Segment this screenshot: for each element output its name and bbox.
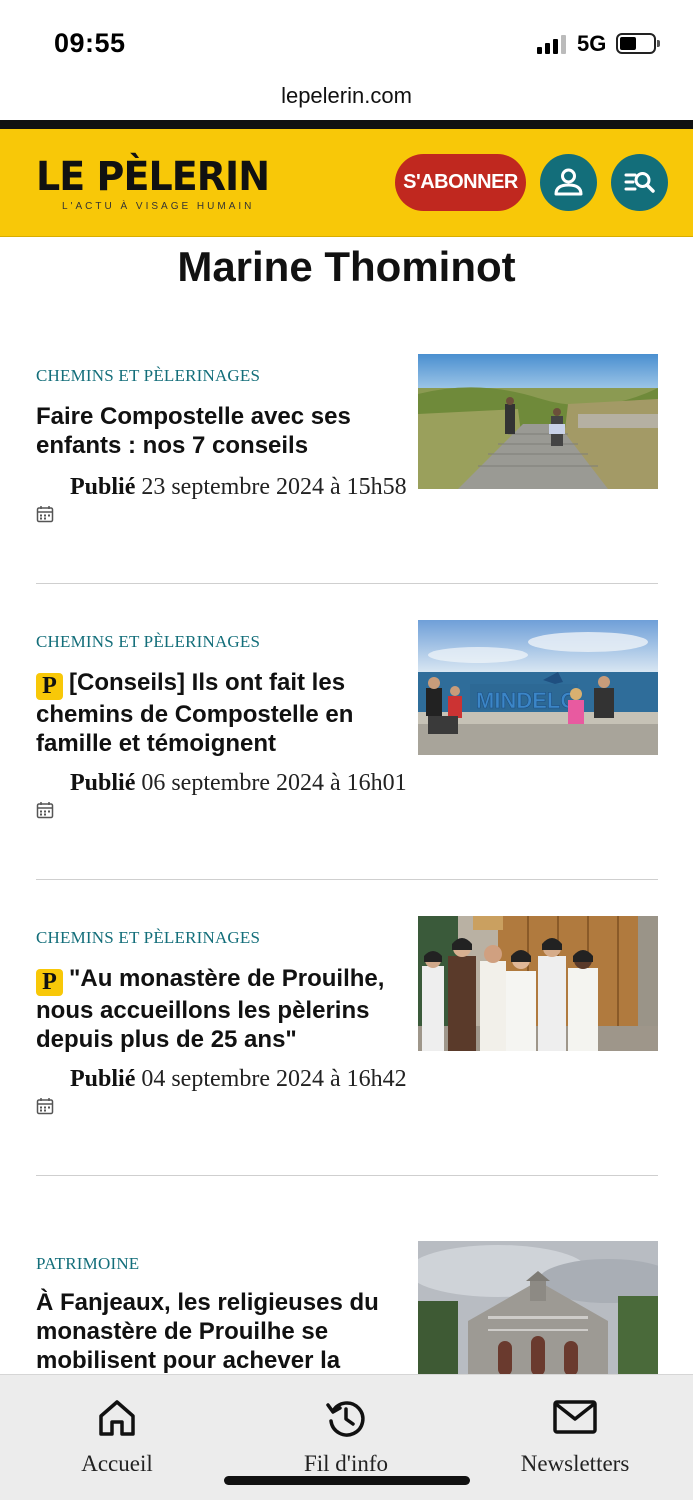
article-rubric[interactable]: CHEMINS ET PÈLERINAGES (36, 632, 260, 652)
url-bar[interactable]: lepelerin.com (0, 80, 693, 120)
article-image[interactable] (418, 1241, 658, 1374)
article-divider (36, 1175, 658, 1176)
site-header: LE PÈLERIN L'ACTU À VISAGE HUMAIN S'ABON… (0, 129, 693, 237)
article-image[interactable]: MINDELO (418, 620, 658, 755)
article-divider (36, 879, 658, 880)
site-logo[interactable]: LE PÈLERIN L'ACTU À VISAGE HUMAIN (36, 155, 281, 212)
home-indicator[interactable] (224, 1476, 470, 1485)
home-icon (99, 1400, 135, 1436)
calendar-icon (36, 802, 54, 819)
article-headline[interactable]: P "Au monastère de Prouilhe, nous accueil… (36, 964, 396, 1054)
subscribe-button[interactable]: S'ABONNER (395, 154, 526, 211)
tab-label: Fil d'info (303, 1451, 388, 1476)
article-headline[interactable]: À Fanjeaux, les religieuses du monastère… (36, 1288, 396, 1374)
article-rubric[interactable]: CHEMINS ET PÈLERINAGES (36, 366, 260, 386)
premium-badge: P (36, 673, 63, 700)
page-title: Marine Thominot (177, 243, 516, 290)
tab-accueil[interactable]: Accueil (27, 1375, 207, 1500)
calendar-icon (36, 506, 54, 523)
headline-text: [Conseils] Ils ont fait les chemins de C… (36, 669, 354, 757)
url-bar-divider (0, 120, 693, 129)
published-date: 23 septembre 2024 à 15h58 (141, 474, 407, 500)
calendar-icon (36, 1098, 54, 1115)
status-bar: 09:55 5G (0, 0, 693, 80)
article-card[interactable]: CHEMINS ET PÈLERINAGES Faire Compostelle… (36, 352, 658, 552)
article-headline[interactable]: Faire Compostelle avec ses enfants : nos… (36, 402, 396, 460)
published-date: 06 septembre 2024 à 16h01 (141, 770, 407, 796)
account-button[interactable] (540, 154, 597, 211)
search-menu-button[interactable] (611, 154, 668, 211)
premium-badge: P (36, 969, 63, 996)
article-rubric[interactable]: PATRIMOINE (36, 1254, 139, 1274)
logo-wordmark: LE PÈLERIN (36, 154, 270, 200)
tab-newsletters[interactable]: Newsletters (485, 1375, 665, 1500)
article-image[interactable] (418, 354, 658, 489)
article-card[interactable]: CHEMINS ET PÈLERINAGES P "Au monastère de… (36, 914, 658, 1154)
article-headline[interactable]: P [Conseils] Ils ont fait les chemins de … (36, 668, 396, 758)
tab-label: Newsletters (520, 1451, 630, 1476)
article-rubric[interactable]: CHEMINS ET PÈLERINAGES (36, 928, 260, 948)
mail-icon (553, 1400, 597, 1434)
article-divider (36, 583, 658, 584)
tab-label: Accueil (81, 1451, 153, 1476)
published-label: Publié (70, 474, 136, 500)
logo-tagline: L'ACTU À VISAGE HUMAIN (62, 201, 255, 212)
published-label: Publié (70, 770, 136, 796)
history-icon (326, 1401, 365, 1437)
signal-icon (537, 34, 567, 54)
article-card[interactable]: CHEMINS ET PÈLERINAGES P [Conseils] Ils o… (36, 618, 658, 858)
published-date: 04 septembre 2024 à 16h42 (141, 1066, 407, 1092)
user-icon (554, 168, 583, 196)
article-card[interactable]: PATRIMOINE À Fanjeaux, les religieuses d… (36, 1240, 658, 1374)
battery-icon (616, 33, 660, 54)
status-time: 09:55 (54, 28, 126, 58)
article-image[interactable] (418, 916, 658, 1051)
network-type: 5G (577, 31, 607, 56)
search-menu-icon (624, 172, 655, 193)
published-label: Publié (70, 1066, 136, 1092)
headline-text: "Au monastère de Prouilhe, nous accueill… (36, 965, 385, 1053)
svg-text:MINDELO: MINDELO (476, 688, 577, 713)
